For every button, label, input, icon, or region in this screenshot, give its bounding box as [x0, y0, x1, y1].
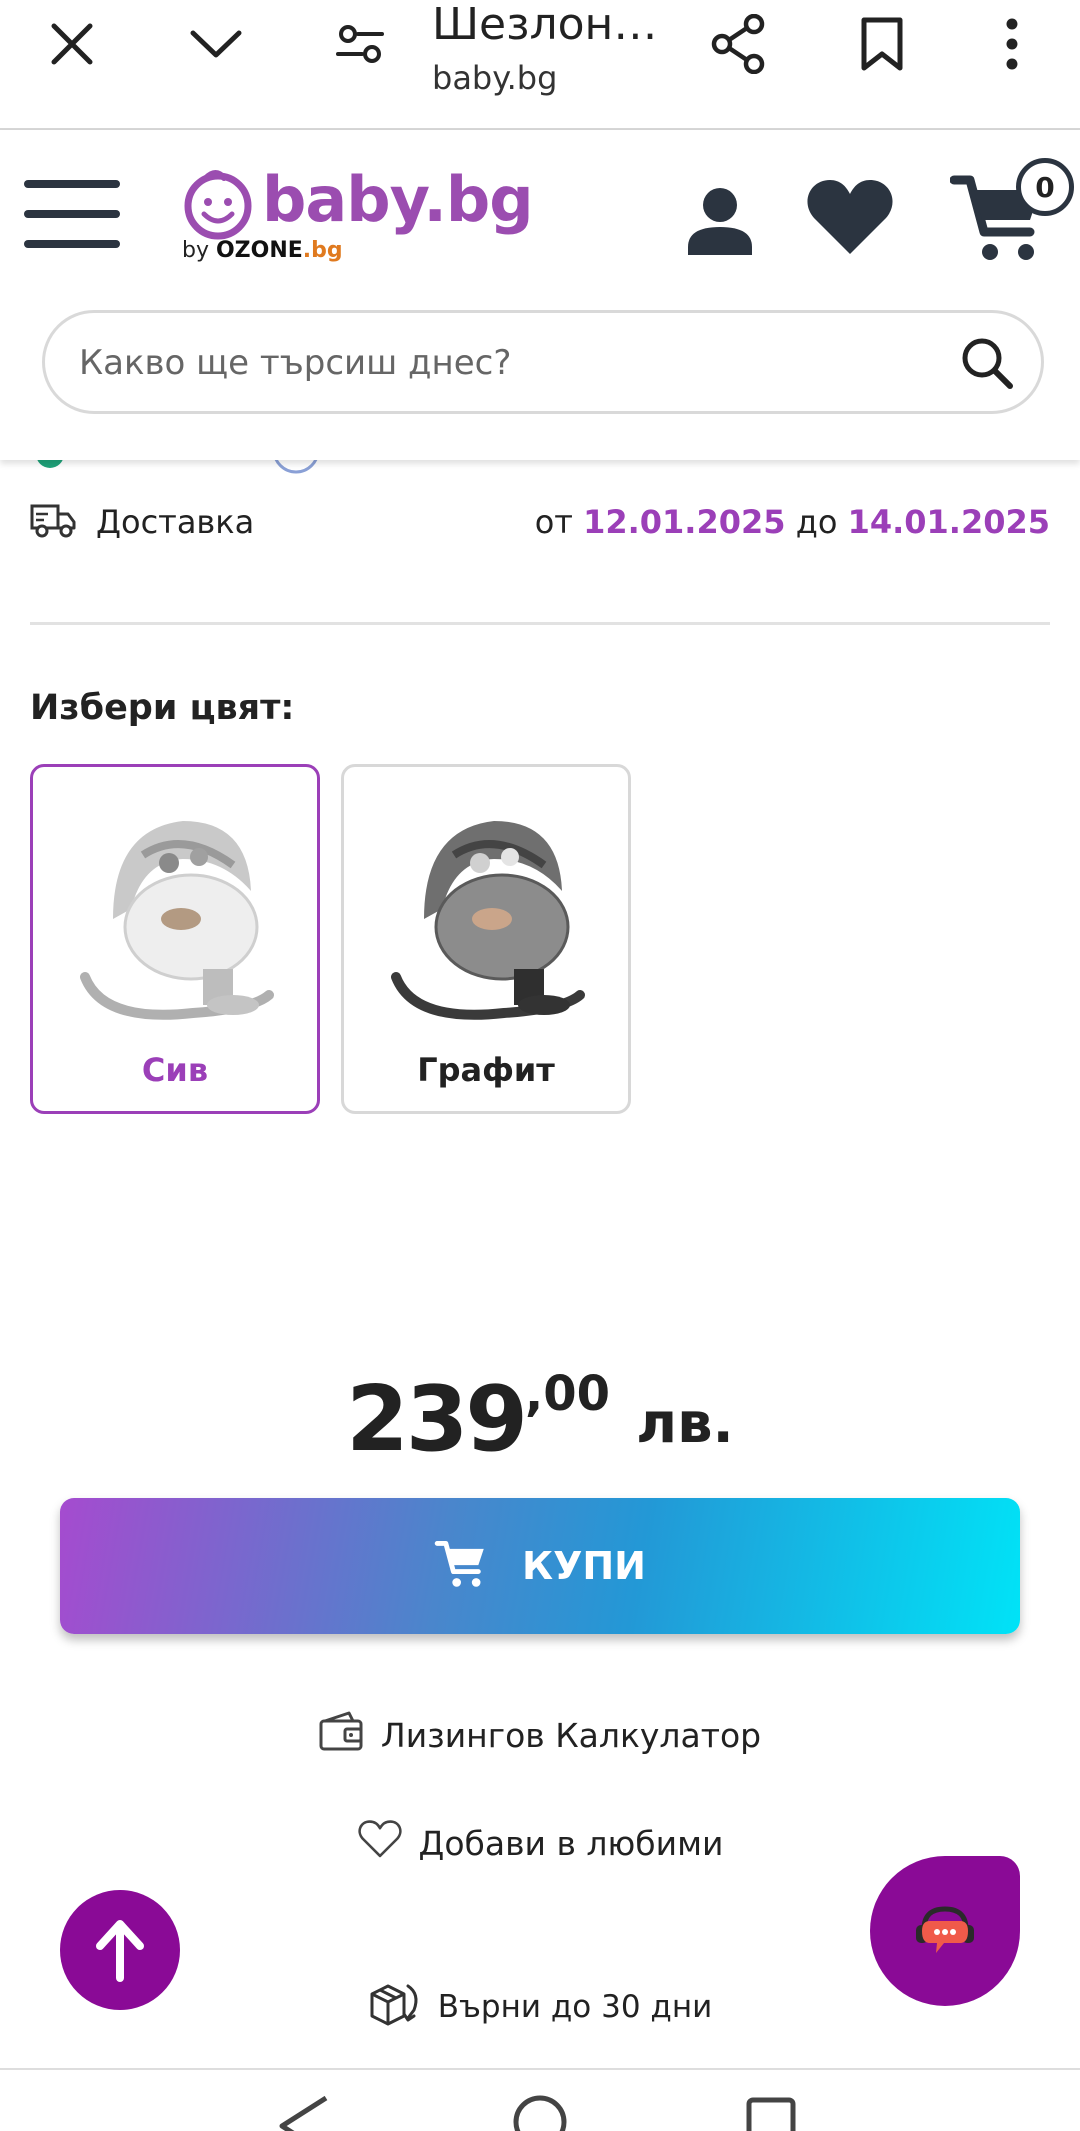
- leasing-calculator-label: Лизингов Калкулатор: [380, 1715, 762, 1755]
- divider: [30, 622, 1050, 625]
- search-input[interactable]: [79, 333, 939, 393]
- wallet-icon: [319, 1711, 365, 1759]
- logo-wordmark: baby.bg: [262, 163, 534, 236]
- leasing-calculator-link[interactable]: Лизингов Калкулатор: [0, 1710, 1080, 1760]
- truck-icon: [30, 502, 76, 543]
- recents-nav-icon[interactable]: [744, 2096, 800, 2131]
- logo-byline: by OZONE.bg: [182, 238, 343, 264]
- share-icon[interactable]: [706, 0, 770, 88]
- price-integer: 239: [346, 1367, 528, 1472]
- delivery-info: Доставка от 12.01.2025 до 14.01.2025: [30, 500, 1050, 544]
- logo-bg: .bg: [302, 238, 343, 263]
- partially-hidden-row: [0, 460, 1080, 474]
- add-to-favorites-label: Добави в любими: [418, 1823, 724, 1863]
- search-bar: [42, 310, 1044, 414]
- home-nav-icon[interactable]: [510, 2092, 570, 2131]
- heart-outline-icon: [357, 1819, 403, 1867]
- logo-by: by: [182, 238, 209, 263]
- scroll-to-top-button[interactable]: [60, 1890, 180, 2010]
- buy-button[interactable]: КУПИ: [60, 1498, 1020, 1634]
- delivery-from-date: 12.01.2025: [583, 503, 786, 541]
- chat-button[interactable]: [870, 1856, 1020, 2006]
- site-logo[interactable]: baby.bg by OZONE.bg: [182, 164, 534, 268]
- color-option-graphite[interactable]: Графит: [341, 764, 631, 1114]
- logo-ozone: OZONE: [215, 238, 303, 263]
- site-header: baby.bg by OZONE.bg 0: [0, 130, 1080, 460]
- cart-count-badge[interactable]: 0: [1016, 158, 1074, 216]
- support-chat-icon: [916, 1906, 974, 1953]
- color-picker-title: Избери цвят:: [30, 688, 295, 728]
- browser-toolbar: Шезлонг... baby.bg: [0, 0, 1080, 130]
- menu-icon[interactable]: [24, 180, 120, 250]
- delivery-from-word: от: [534, 503, 573, 541]
- tune-icon[interactable]: [328, 0, 392, 88]
- product-price: 239 ,00 лв.: [0, 1360, 1080, 1470]
- color-option-grey[interactable]: Сив: [30, 764, 320, 1114]
- product-thumbnail-graphite: [391, 821, 585, 1020]
- system-navigation-bar: [0, 2068, 1080, 2131]
- arrow-up-icon: [96, 1920, 144, 1982]
- return-policy-label: Върни до 30 дни: [437, 1989, 713, 2025]
- page-title[interactable]: Шезлонг...: [432, 0, 672, 50]
- color-option-label: Сив: [141, 1051, 209, 1089]
- color-option-label: Графит: [417, 1051, 555, 1089]
- account-icon[interactable]: [680, 180, 760, 260]
- search-icon[interactable]: [955, 331, 1019, 395]
- price-decimal: ,00: [525, 1366, 611, 1422]
- heart-icon[interactable]: [804, 174, 896, 260]
- close-icon[interactable]: [40, 0, 104, 88]
- chevron-down-icon[interactable]: [184, 0, 248, 88]
- cart-icon: [434, 1538, 488, 1595]
- delivery-to-word: до: [795, 503, 838, 541]
- baby-face-icon: [184, 170, 252, 240]
- return-box-icon: [368, 1980, 422, 2034]
- bookmark-icon[interactable]: [850, 0, 914, 88]
- buy-button-label: КУПИ: [522, 1544, 646, 1588]
- more-vert-icon[interactable]: [980, 0, 1044, 88]
- delivery-to-date: 14.01.2025: [847, 503, 1050, 541]
- delivery-date-range: от 12.01.2025 до 14.01.2025: [535, 503, 1050, 541]
- back-nav-icon[interactable]: [276, 2096, 332, 2131]
- delivery-label: Доставка: [96, 503, 255, 541]
- price-currency: лв.: [636, 1391, 734, 1456]
- product-thumbnail-grey: [80, 821, 274, 1020]
- page-url[interactable]: baby.bg: [432, 58, 557, 98]
